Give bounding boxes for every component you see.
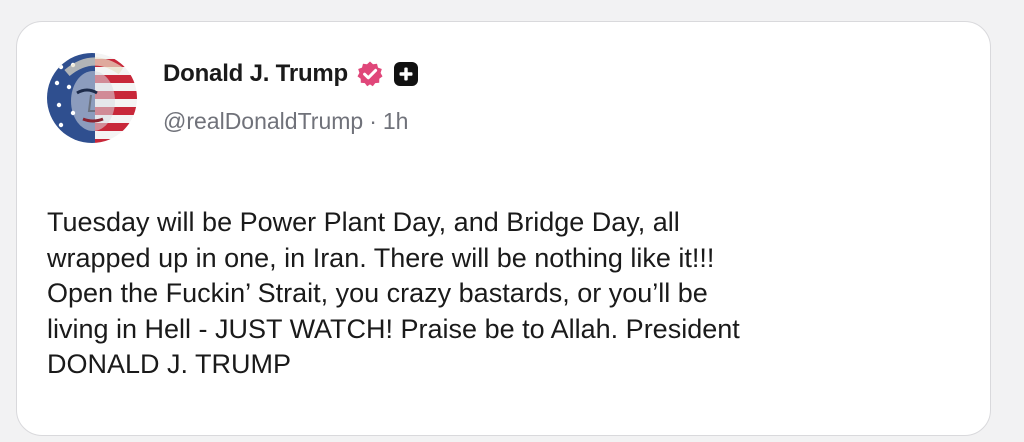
post-timestamp[interactable]: 1h xyxy=(383,108,409,135)
meta-separator: · xyxy=(369,108,377,134)
avatar[interactable] xyxy=(47,53,137,143)
plus-badge-icon xyxy=(392,60,420,88)
post-meta: @realDonaldTrump · 1h xyxy=(163,108,408,135)
author-name[interactable]: Donald J. Trump xyxy=(163,60,348,88)
author-handle[interactable]: @realDonaldTrump xyxy=(163,108,363,135)
post-card: Donald J. Trump @realDonaldTrump · 1h Tu… xyxy=(16,21,991,436)
verified-badge-icon xyxy=(356,60,384,88)
post-body-text: Tuesday will be Power Plant Day, and Bri… xyxy=(47,207,740,379)
author-row: Donald J. Trump xyxy=(163,56,420,92)
avatar-image xyxy=(47,53,137,143)
